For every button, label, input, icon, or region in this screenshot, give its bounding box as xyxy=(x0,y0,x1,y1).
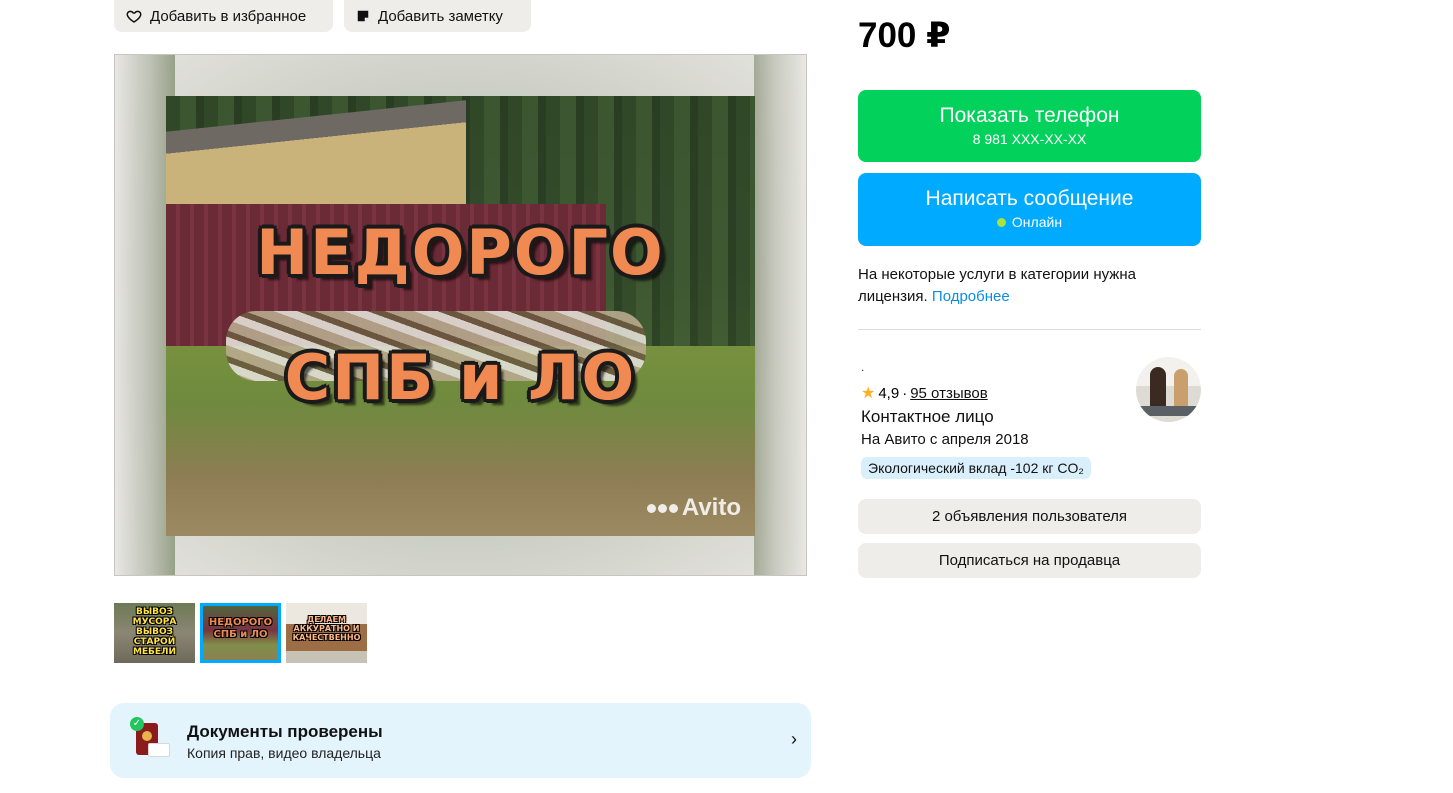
license-more-link[interactable]: Подробнее xyxy=(932,288,1010,305)
seller-since: На Авито с апреля 2018 xyxy=(861,431,1029,448)
photo-overlay-line-2: СПБ и ЛО xyxy=(284,341,637,414)
avito-logo-icon xyxy=(646,503,678,513)
thumbnail-2-text: НЕДОРОГО СПБ и ЛО xyxy=(208,617,273,640)
photo-blur-right xyxy=(754,55,806,575)
rating-value: 4,9 xyxy=(878,384,900,402)
heart-icon xyxy=(126,10,142,23)
photo-overlay-line-1: НЕДОРОГО xyxy=(256,216,665,289)
note-icon xyxy=(357,10,369,22)
star-icon: ★ xyxy=(861,385,876,402)
write-message-label: Написать сообщение xyxy=(925,187,1134,210)
thumbnail-1[interactable]: ВЫВОЗ МУСОРА ВЫВОЗ СТАРОЙ МЕБЕЛИ xyxy=(114,603,195,663)
id-card-icon xyxy=(148,743,170,757)
subscribe-seller-button[interactable]: Подписаться на продавца xyxy=(858,543,1201,578)
online-status: Онлайн xyxy=(858,214,1201,230)
phone-masked-text: 8 981 XXX-XX-XX xyxy=(972,131,1087,147)
watermark-text: Avito xyxy=(681,494,741,521)
seller-rating: ★ 4,9 · 95 отзывов xyxy=(861,383,988,403)
documents-subtitle: Копия прав, видео владельца xyxy=(187,745,381,761)
write-message-button[interactable]: Написать сообщение Онлайн xyxy=(858,173,1201,246)
thumbnail-2[interactable]: НЕДОРОГО СПБ и ЛО xyxy=(200,603,281,663)
subscribe-seller-label: Подписаться на продавца xyxy=(938,552,1121,569)
divider xyxy=(858,329,1201,330)
show-phone-button[interactable]: Показать телефон 8 981 XXX-XX-XX xyxy=(858,90,1201,162)
eco-badge[interactable]: Экологический вклад -102 кг CO₂ xyxy=(861,457,1091,479)
check-icon: ✓ xyxy=(130,717,144,731)
phone-masked: 8 981 XXX-XX-XX xyxy=(858,131,1201,147)
price: 700 ₽ xyxy=(858,16,951,55)
photo-image: НЕДОРОГО СПБ и ЛО Avito xyxy=(166,96,755,536)
add-note-button[interactable]: Добавить заметку xyxy=(344,0,531,32)
seller-ads-button[interactable]: 2 объявления пользователя xyxy=(858,499,1201,534)
online-dot-icon xyxy=(996,217,1006,227)
thumbnail-3[interactable]: ДЕЛАЕМ АККУРАТНО И КАЧЕСТВЕННО xyxy=(286,603,367,663)
show-phone-label: Показать телефон xyxy=(939,104,1120,127)
thumbnail-3-text: ДЕЛАЕМ АККУРАТНО И КАЧЕСТВЕННО xyxy=(292,615,361,642)
avatar-desk xyxy=(1136,406,1201,416)
add-to-favorites-label: Добавить в избранное xyxy=(150,7,307,25)
documents-title: Документы проверены xyxy=(187,722,383,741)
thumbnail-1-text: ВЫВОЗ МУСОРА ВЫВОЗ СТАРОЙ МЕБЕЛИ xyxy=(132,607,177,657)
license-notice: На некоторые услуги в категории нужна ли… xyxy=(858,264,1201,308)
online-status-text: Онлайн xyxy=(1011,214,1063,230)
thumbnail-strip: ВЫВОЗ МУСОРА ВЫВОЗ СТАРОЙ МЕБЕЛИ НЕДОРОГ… xyxy=(114,603,367,663)
reviews-link[interactable]: 95 отзывов xyxy=(910,385,988,402)
documents-icon: ✓ xyxy=(130,717,170,763)
add-to-favorites-button[interactable]: Добавить в избранное xyxy=(114,0,333,32)
seller-name[interactable]: . xyxy=(861,360,864,374)
avito-watermark: Avito xyxy=(646,494,741,522)
chevron-right-icon: › xyxy=(791,729,797,749)
seller-role: Контактное лицо xyxy=(861,407,994,426)
seller-avatar[interactable] xyxy=(1136,357,1201,422)
add-note-label: Добавить заметку xyxy=(378,7,503,25)
documents-verified-card[interactable]: ✓ Документы проверены Копия прав, видео … xyxy=(110,703,811,778)
rating-separator: · xyxy=(902,384,908,402)
seller-ads-label: 2 объявления пользователя xyxy=(931,508,1128,525)
main-photo[interactable]: НЕДОРОГО СПБ и ЛО Avito xyxy=(114,54,807,576)
